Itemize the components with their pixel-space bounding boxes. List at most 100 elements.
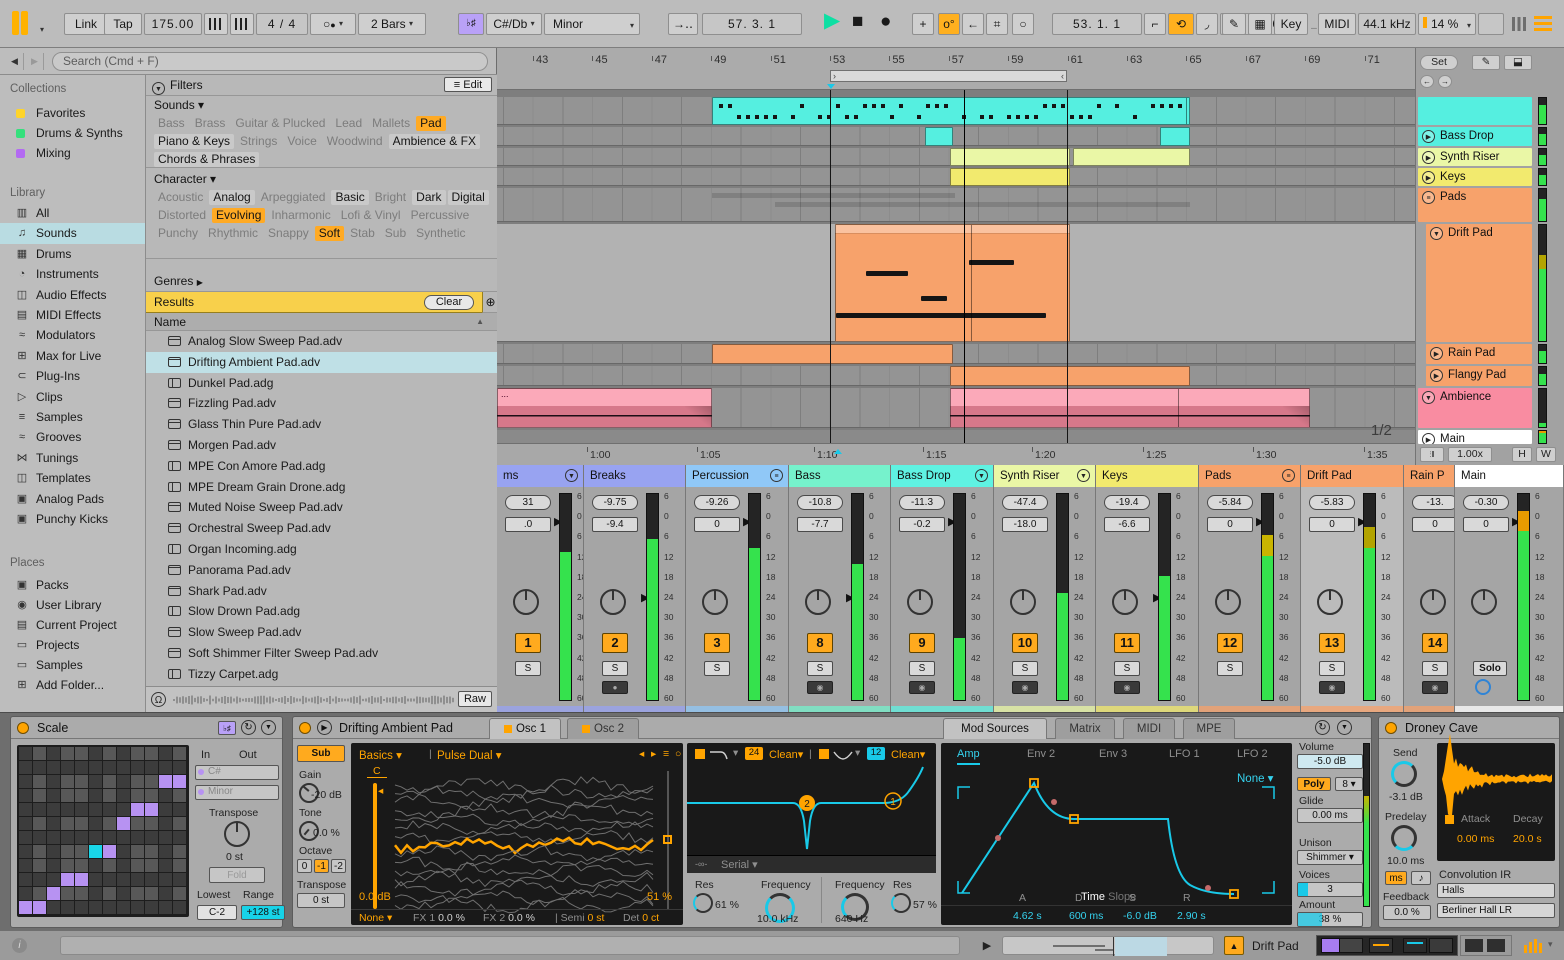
strip-header[interactable]: ms ▼ [497, 465, 583, 487]
scale-grid-cell[interactable] [75, 803, 88, 816]
pan-knob[interactable] [1010, 589, 1036, 615]
clip[interactable] [950, 148, 1070, 166]
filter-tag-chords-phrases[interactable]: Chords & Phrases [154, 152, 260, 167]
output-meter-icon[interactable] [1524, 939, 1544, 953]
arm-button[interactable]: ◉ [1319, 681, 1345, 694]
play-icon[interactable]: ▶ [1422, 433, 1435, 444]
scale-grid-cell[interactable] [47, 775, 60, 788]
fx1-field[interactable]: FX 1 0.0 % [413, 912, 465, 924]
pan-knob[interactable] [1215, 589, 1241, 615]
adsr-d-value[interactable]: 600 ms [1069, 910, 1103, 922]
scale-mode-dropdown[interactable]: Minor [195, 785, 279, 800]
sidebar-item-max-for-live[interactable]: ⊞ Max for Live [0, 346, 145, 366]
sync-mode-button[interactable]: ♪ [1411, 871, 1431, 885]
track-header-keys[interactable]: ▶ Keys [1418, 168, 1532, 186]
scale-grid-cell[interactable] [75, 831, 88, 844]
filter-tag-voice[interactable]: Voice [283, 134, 320, 149]
scale-grid-cell[interactable] [89, 845, 102, 858]
scale-grid-cell[interactable] [117, 887, 130, 900]
automation-mode-button[interactable]: o° [938, 13, 960, 35]
scale-grid-cell[interactable] [117, 747, 130, 760]
scale-grid-cell[interactable] [89, 775, 102, 788]
wt-category-menu[interactable]: Basics ▾ [359, 748, 402, 762]
clip[interactable] [950, 366, 1190, 386]
solo-button[interactable]: S [1114, 661, 1140, 676]
scale-grid-cell[interactable] [89, 817, 102, 830]
decay-value[interactable]: 20.0 s [1513, 833, 1542, 845]
scale-grid-cell[interactable] [145, 831, 158, 844]
peak-level-display[interactable]: -9.75 [592, 495, 638, 510]
filter-tag-mallets[interactable]: Mallets [368, 116, 414, 131]
filter-tag-digital[interactable]: Digital [447, 190, 489, 205]
track-header-rain-pad[interactable]: ▶ Rain Pad [1426, 344, 1532, 364]
track-number[interactable]: 1 [515, 633, 541, 653]
volume-field[interactable]: -5.0 dB [1297, 754, 1363, 769]
scale-grid-cell[interactable] [19, 761, 32, 774]
hot-swap-icon[interactable]: ↻ [1315, 720, 1330, 735]
result-item[interactable]: Muted Noise Sweep Pad.adv [146, 497, 498, 518]
add-filter-button[interactable]: ⊕ [482, 292, 498, 313]
scale-grid-cell[interactable] [61, 901, 74, 914]
scale-grid-cell[interactable] [103, 873, 116, 886]
scale-grid-cell[interactable] [173, 775, 186, 788]
scale-grid-cell[interactable] [159, 761, 172, 774]
computer-midi-keyboard-button[interactable]: ▦ [1248, 13, 1272, 35]
scale-grid-cell[interactable] [19, 789, 32, 802]
scale-grid-cell[interactable] [89, 831, 102, 844]
track-number[interactable]: 13 [1319, 633, 1345, 653]
logo-caret-icon[interactable]: ▾ [40, 17, 44, 43]
scale-grid-cell[interactable] [145, 859, 158, 872]
volume-field[interactable]: 0 [1207, 517, 1253, 532]
sidebar-item-templates[interactable]: ◫ Templates [0, 468, 145, 488]
filter-tag-lead[interactable]: Lead [331, 116, 366, 131]
midi-map-button[interactable]: MIDI [1318, 13, 1356, 35]
semi-field[interactable]: | Semi 0 st [555, 912, 604, 924]
arrangement-lanes[interactable]: ... 1/2 [497, 90, 1415, 443]
sidebar-item-sounds[interactable]: ♫ Sounds [0, 223, 145, 244]
scale-grid-cell[interactable] [145, 873, 158, 886]
poly-mode-button[interactable]: Poly [1297, 777, 1331, 791]
filter-tag-basic[interactable]: Basic [331, 190, 369, 205]
scale-grid-cell[interactable] [103, 901, 116, 914]
routing-menu[interactable]: Serial ▾ [721, 858, 758, 871]
filter2-toggle[interactable] [819, 749, 829, 759]
group-icon[interactable]: ≡ [770, 469, 783, 482]
key-scale-menu[interactable]: Minor ▾ [544, 13, 640, 35]
filter-group-character[interactable]: Character ▾ [154, 170, 216, 188]
time-slope-toggle[interactable]: Time Slope [1081, 891, 1136, 906]
time-signature-field[interactable]: 4 / 4 [256, 13, 308, 35]
scale-grid-cell[interactable] [61, 831, 74, 844]
play-icon[interactable]: ▶ [1430, 369, 1443, 382]
session-record-button[interactable]: ○ [1012, 13, 1034, 35]
glide-field[interactable]: 0.00 ms [1297, 808, 1363, 823]
play-icon[interactable]: ▶ [1422, 171, 1435, 184]
scale-grid-cell[interactable] [75, 873, 88, 886]
filter-tag-bass[interactable]: Bass [154, 116, 189, 131]
name-column-header[interactable]: Name ▲ [146, 313, 498, 331]
scale-grid-cell[interactable] [103, 803, 116, 816]
scale-grid-cell[interactable] [131, 817, 144, 830]
result-item[interactable]: Morgen Pad.adv [146, 435, 498, 456]
result-item[interactable]: MPE Dream Grain Drone.adg [146, 477, 498, 498]
filter-tag-strings[interactable]: Strings [236, 134, 281, 149]
play-button[interactable]: ▶ [824, 8, 840, 34]
track-header-main[interactable]: ▶ Main [1418, 430, 1532, 444]
filter-tag-piano-keys[interactable]: Piano & Keys [154, 134, 235, 149]
track-number[interactable]: 2 [602, 633, 628, 653]
volume-field[interactable]: 0 [694, 517, 740, 532]
scale-grid-cell[interactable] [33, 789, 46, 802]
preview-icon[interactable]: ▶ [317, 720, 332, 735]
sidebar-item-plug-ins[interactable]: ⊂ Plug-Ins [0, 366, 145, 386]
result-item[interactable]: Tizzy Carpet.adg [146, 664, 498, 685]
solo-button[interactable]: S [909, 661, 935, 676]
scale-grid-cell[interactable] [19, 901, 32, 914]
pan-knob[interactable] [1471, 589, 1497, 615]
tab-midi[interactable]: MIDI [1123, 718, 1175, 739]
scale-grid-cell[interactable] [89, 803, 102, 816]
track-lane-rain-pad[interactable] [497, 344, 1415, 364]
sidebar-item-drums-synths[interactable]: Drums & Synths [0, 123, 145, 143]
track-header-ambience[interactable]: ▼ Ambience [1418, 388, 1532, 428]
sidebar-item-midi-effects[interactable]: ▤ MIDI Effects [0, 305, 145, 325]
arrangement-position-field[interactable]: 57. 3. 1 [702, 13, 802, 35]
device-on-led[interactable] [17, 722, 29, 734]
